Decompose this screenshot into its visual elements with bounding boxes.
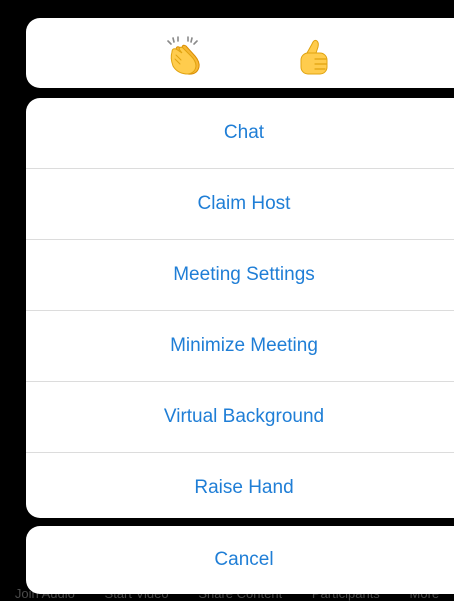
cancel-button[interactable]: Cancel: [26, 526, 454, 594]
thumbs-up-icon: [300, 39, 328, 75]
clapping-hands-icon: [167, 36, 200, 75]
meeting-settings-button[interactable]: Meeting Settings: [26, 239, 454, 310]
virtual-background-label: Virtual Background: [163, 406, 325, 427]
minimize-meeting-label: Minimize Meeting: [170, 335, 318, 356]
virtual-background-button[interactable]: Virtual Background: [26, 381, 454, 452]
thumbs-up-reaction-button[interactable]: [293, 36, 333, 76]
raise-hand-label: Raise Hand: [194, 477, 294, 498]
reactions-panel: [26, 18, 454, 88]
raise-hand-button[interactable]: Raise Hand: [26, 452, 454, 518]
chat-label: Chat: [223, 122, 265, 143]
claim-host-button[interactable]: Claim Host: [26, 168, 454, 239]
chat-button[interactable]: Chat: [26, 98, 454, 168]
claim-host-label: Claim Host: [197, 193, 291, 214]
clap-reaction-button[interactable]: [164, 36, 204, 76]
minimize-meeting-button[interactable]: Minimize Meeting: [26, 310, 454, 381]
cancel-label: Cancel: [214, 549, 274, 570]
action-menu: Chat Claim Host Meeting Settings Minimiz…: [26, 98, 454, 518]
meeting-settings-label: Meeting Settings: [173, 264, 315, 285]
